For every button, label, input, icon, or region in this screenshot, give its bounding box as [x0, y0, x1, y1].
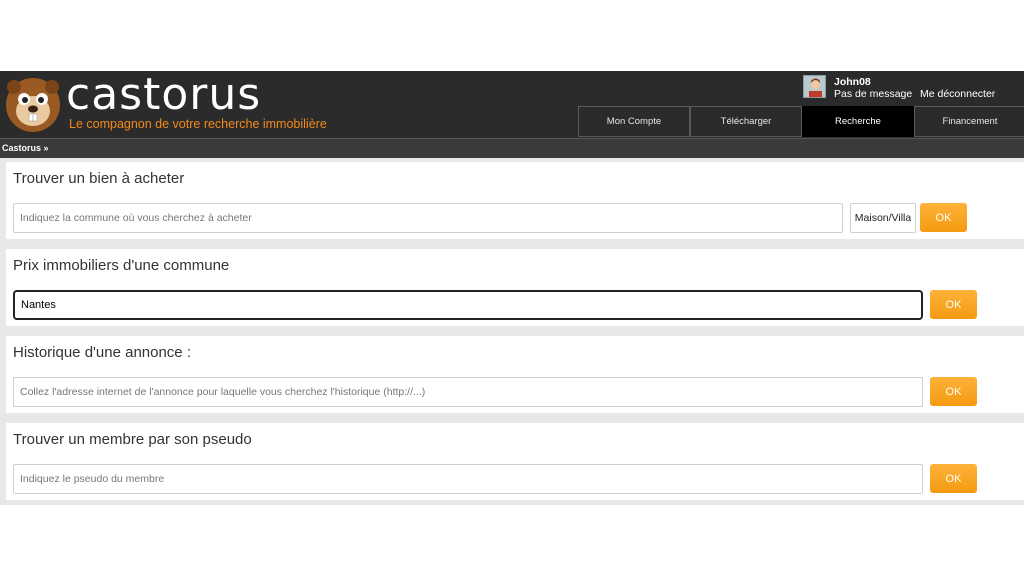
avatar[interactable]	[803, 75, 826, 98]
logout-link[interactable]: Me déconnecter	[920, 88, 995, 100]
tab-telecharger[interactable]: Télécharger	[690, 106, 802, 137]
prices-commune-input[interactable]	[13, 290, 923, 320]
tab-mon-compte[interactable]: Mon Compte	[578, 106, 690, 137]
member-title: Trouver un membre par son pseudo	[13, 431, 252, 448]
beaver-logo-icon	[6, 78, 60, 132]
top-whitespace	[0, 0, 1024, 71]
messages-link[interactable]: Pas de message	[834, 88, 912, 100]
member-panel: Trouver un membre par son pseudo OK	[6, 423, 1024, 500]
logo[interactable]: castorus Le compagnon de votre recherche…	[0, 69, 420, 138]
user-box: John08 Pas de message Me déconnecter	[803, 75, 1024, 103]
brand-name: castorus	[66, 69, 262, 120]
tab-financement[interactable]: Financement	[914, 106, 1024, 137]
user-avatar-icon	[804, 76, 825, 97]
brand-tagline: Le compagnon de votre recherche immobili…	[69, 117, 327, 131]
commune-search-input[interactable]	[13, 203, 843, 233]
listing-url-input[interactable]	[13, 377, 923, 407]
property-type-select[interactable]: Maison/Villa	[850, 203, 916, 233]
site-header: castorus Le compagnon de votre recherche…	[0, 69, 1024, 138]
tab-recherche[interactable]: Recherche	[802, 106, 914, 137]
prices-title: Prix immobiliers d'une commune	[13, 257, 230, 274]
history-ok-button[interactable]: OK	[930, 377, 977, 406]
main-nav: Mon Compte Télécharger Recherche Finance…	[578, 106, 1024, 137]
history-title: Historique d'une annonce :	[13, 344, 191, 361]
prices-panel: Prix immobiliers d'une commune OK	[6, 249, 1024, 326]
breadcrumb-bar: Castorus »	[0, 138, 1024, 158]
buy-title: Trouver un bien à acheter	[13, 170, 185, 187]
breadcrumb[interactable]: Castorus »	[0, 139, 1024, 158]
member-ok-button[interactable]: OK	[930, 464, 977, 493]
buy-panel: Trouver un bien à acheter Maison/Villa O…	[6, 162, 1024, 239]
buy-ok-button[interactable]: OK	[920, 203, 967, 232]
search-content: Trouver un bien à acheter Maison/Villa O…	[0, 158, 1024, 505]
member-pseudo-input[interactable]	[13, 464, 923, 494]
user-name[interactable]: John08	[834, 76, 871, 88]
prices-ok-button[interactable]: OK	[930, 290, 977, 319]
history-panel: Historique d'une annonce : OK	[6, 336, 1024, 413]
